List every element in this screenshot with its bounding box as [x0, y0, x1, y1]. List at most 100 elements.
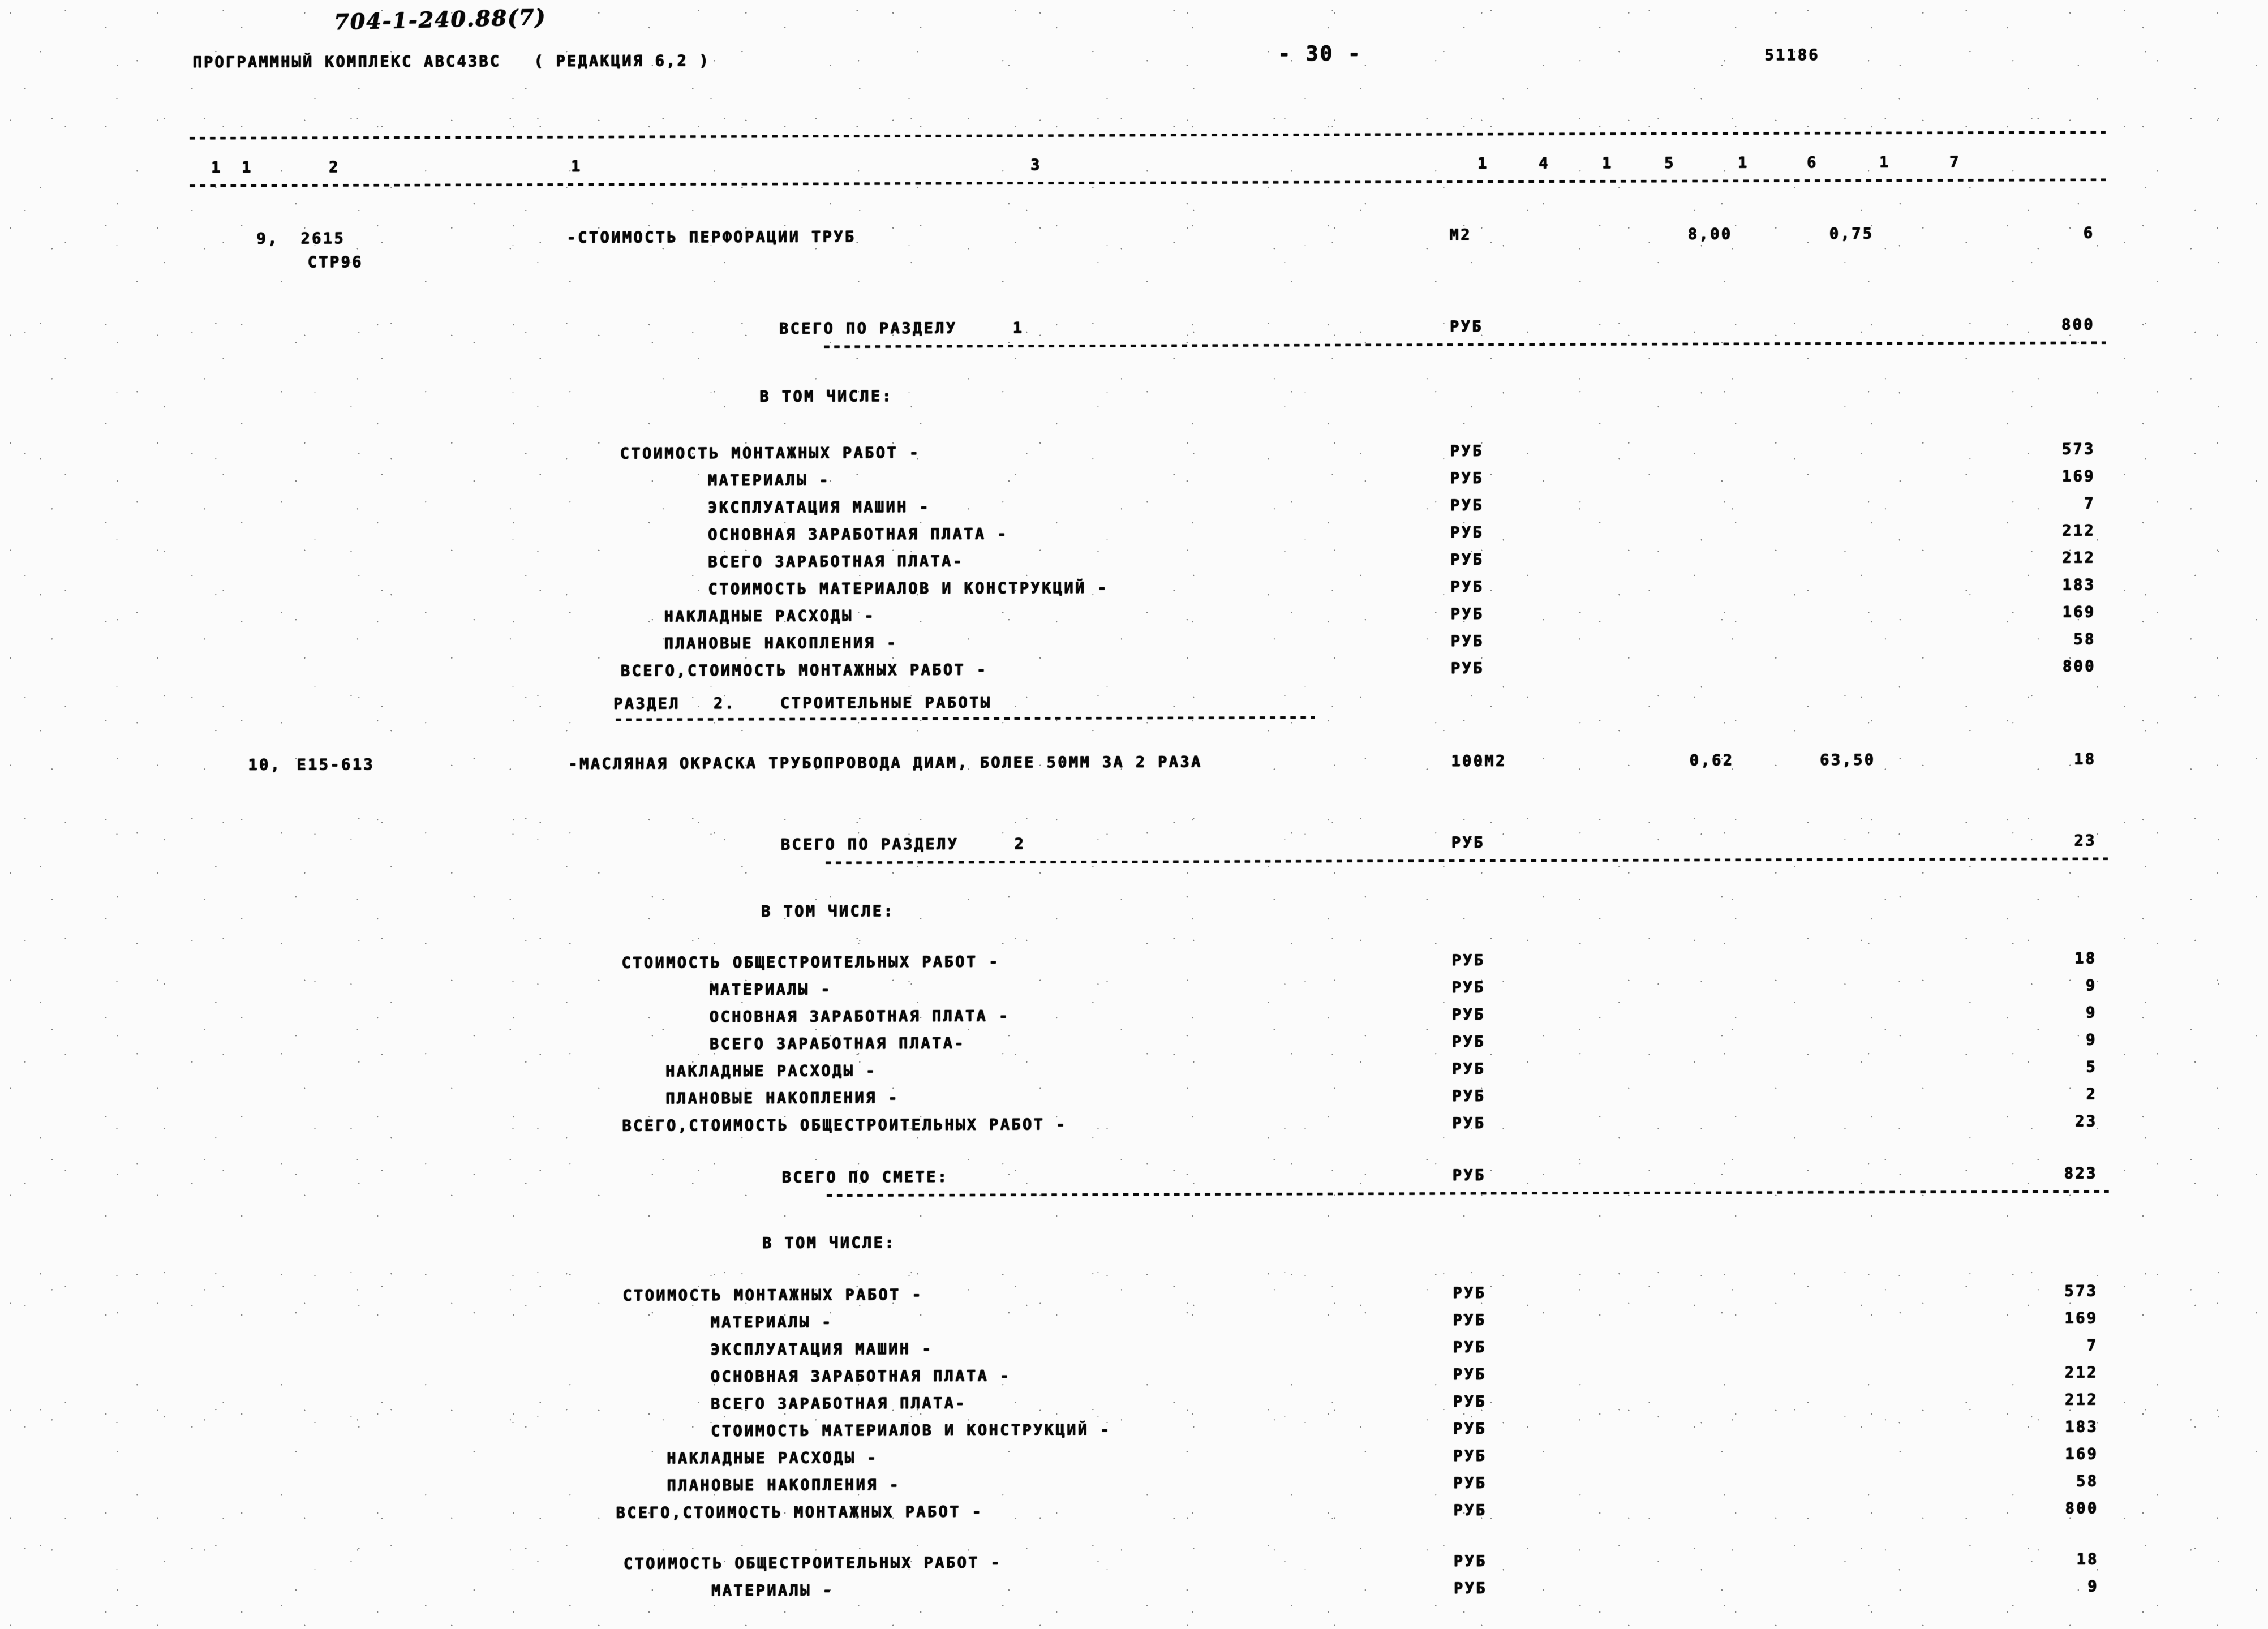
grand-item-5-label: СТОИМОСТЬ МАТЕРИАЛОВ И КОНСТРУКЦИЙ -: [710, 1421, 1111, 1441]
section2-item-5-value: 2: [2086, 1085, 2098, 1103]
section2-item-0-unit: РУБ: [1451, 951, 1485, 969]
section1-item-1-value: 169: [2061, 467, 2095, 485]
section1-total-label: ВСЕГО ПО РАЗДЕЛУ 1: [779, 319, 1024, 338]
section2-item-6-value: 23: [2074, 1112, 2098, 1131]
handwritten-project-code: 704-1-240.88(7): [333, 4, 547, 35]
row-10-price: 63,50: [1819, 751, 1876, 769]
section1-item-5-label: СТОИМОСТЬ МАТЕРИАЛОВ И КОНСТРУКЦИЙ -: [708, 579, 1109, 599]
section1-item-1-unit: РУБ: [1450, 469, 1484, 487]
section2-total-value: 23: [2074, 832, 2097, 850]
section1-item-5-unit: РУБ: [1450, 578, 1484, 596]
section2-item-6-unit: РУБ: [1452, 1114, 1486, 1132]
grand-item-4-value: 212: [2064, 1391, 2098, 1409]
grand-item-1-label: МАТЕРИАЛЫ -: [710, 1313, 833, 1332]
col-num-2: 2: [328, 158, 340, 177]
grand-item-8-label: ВСЕГО,СТОИМОСТЬ МОНТАЖНЫХ РАБОТ -: [616, 1503, 983, 1522]
section1-item-0-unit: РУБ: [1450, 442, 1484, 460]
grand-item-0-label: СТОИМОСТЬ МОНТАЖНЫХ РАБОТ -: [622, 1286, 923, 1305]
grand-total-value: 823: [2064, 1164, 2098, 1183]
section1-item-7-label: ПЛАНОВЫЕ НАКОПЛЕНИЯ -: [664, 634, 898, 653]
section1-total-rule: ----------------------------------------…: [822, 338, 2106, 351]
section2-item-3-unit: РУБ: [1451, 1033, 1485, 1051]
grand-total-rule: ----------------------------------------…: [824, 1187, 2109, 1200]
section1-item-2-value: 7: [2084, 495, 2095, 513]
grand-breakdown-label: В ТОМ ЧИСЛЕ:: [762, 1234, 896, 1252]
section1-total-value: 800: [2061, 316, 2095, 334]
grand-item-3-label: ОСНОВНАЯ ЗАРАБОТНАЯ ПЛАТА -: [710, 1367, 1011, 1386]
grand-item-3-unit: РУБ: [1453, 1365, 1487, 1383]
section1-item-3-label: ОСНОВНАЯ ЗАРАБОТНАЯ ПЛАТА -: [707, 525, 1008, 544]
section1-item-2-label: ЭКСПЛУАТАЦИЯ МАШИН -: [707, 498, 930, 517]
row-10-description: -МАСЛЯНАЯ ОКРАСКА ТРУБОПРОВОДА ДИАМ, БОЛ…: [568, 753, 1202, 773]
grand-total-label: ВСЕГО ПО СМЕТЕ:: [781, 1168, 949, 1187]
grand-item-5-unit: РУБ: [1453, 1420, 1487, 1438]
grand-item-6-label: НАКЛАДНЫЕ РАСХОДЫ -: [667, 1449, 878, 1468]
section1-item-3-value: 212: [2061, 522, 2096, 540]
section2-item-2-value: 9: [2085, 1004, 2097, 1022]
col-num-7: 7: [1949, 153, 1961, 171]
col-num-sep-f: 1: [1879, 153, 1891, 171]
grand-item-2-unit: РУБ: [1453, 1338, 1487, 1356]
section2-item-3-value: 9: [2086, 1031, 2097, 1049]
row-9-total: 6: [2083, 224, 2095, 242]
section2-total-rule: ----------------------------------------…: [823, 854, 2108, 867]
grand-item-8-unit: РУБ: [1453, 1501, 1487, 1519]
section1-item-3-unit: РУБ: [1450, 523, 1484, 541]
row-10-total: 18: [2073, 750, 2097, 768]
col-num-1: 1: [211, 158, 222, 177]
col-num-6: 6: [1806, 153, 1818, 171]
col-num-3: 3: [1030, 156, 1042, 174]
section2-breakdown-label: В ТОМ ЧИСЛЕ:: [761, 902, 895, 921]
section2-item-2-unit: РУБ: [1451, 1005, 1485, 1024]
col-num-sep-c: 1: [1477, 154, 1489, 173]
section1-item-0-value: 573: [2061, 440, 2095, 458]
section2-heading-rule: ----------------------------------------…: [613, 714, 1315, 725]
section2-item-3-label: ВСЕГО ЗАРАБОТНАЯ ПЛАТА-: [709, 1034, 965, 1054]
section1-item-4-label: ВСЕГО ЗАРАБОТНАЯ ПЛАТА-: [708, 552, 964, 571]
section1-item-1-label: МАТЕРИАЛЫ -: [707, 471, 830, 490]
section2-item-5-unit: РУБ: [1452, 1087, 1486, 1105]
col-num-5: 5: [1664, 154, 1676, 172]
section1-item-6-label: НАКЛАДНЫЕ РАСХОДЫ -: [664, 607, 875, 626]
section2-heading: РАЗДЕЛ 2. СТРОИТЕЛЬНЫЕ РАБОТЫ: [613, 694, 992, 713]
grand-item-3-value: 212: [2064, 1364, 2098, 1382]
section2-item-4-value: 5: [2086, 1058, 2097, 1076]
grand-item-9-value: 18: [2076, 1550, 2099, 1568]
section2-item-1-unit: РУБ: [1451, 978, 1485, 996]
row-9-description: -СТОИМОСТЬ ПЕРФОРАЦИИ ТРУБ: [566, 228, 856, 247]
grand-item-7-label: ПЛАНОВЫЕ НАКОПЛЕНИЯ -: [667, 1476, 901, 1495]
col-num-sep-b: 1: [570, 157, 582, 175]
grand-item-0-value: 573: [2064, 1282, 2098, 1300]
section2-item-5-label: ПЛАНОВЫЕ НАКОПЛЕНИЯ -: [665, 1089, 899, 1108]
row-10-code: Е15-613: [297, 755, 375, 774]
section2-item-1-value: 9: [2085, 977, 2097, 995]
program-complex-line: ПРОГРАММНЫЙ КОМПЛЕКС АВС4ЗВС ( РЕДАКЦИЯ …: [192, 52, 710, 71]
page-number: - 30 -: [1278, 42, 1362, 66]
section1-item-4-value: 212: [2062, 549, 2096, 567]
section2-item-2-label: ОСНОВНАЯ ЗАРАБОТНАЯ ПЛАТА -: [709, 1007, 1010, 1026]
section2-total-label: ВСЕГО ПО РАЗДЕЛУ 2: [780, 835, 1026, 854]
row-9-number: 9,: [256, 230, 279, 248]
section1-item-5-value: 183: [2062, 576, 2096, 594]
grand-item-9-label: СТОИМОСТЬ ОБЩЕСТРОИТЕЛЬНЫХ РАБОТ -: [623, 1554, 1002, 1573]
grand-item-5-value: 183: [2064, 1418, 2098, 1436]
section1-item-4-unit: РУБ: [1450, 551, 1484, 569]
row-9-code2: СТР96: [307, 253, 363, 272]
grand-item-0-unit: РУБ: [1453, 1284, 1487, 1302]
section1-item-8-unit: РУБ: [1450, 659, 1484, 677]
col-num-sep-d: 1: [1601, 154, 1613, 173]
section2-item-0-label: СТОИМОСТЬ ОБЩЕСТРОИТЕЛЬНЫХ РАБОТ -: [621, 953, 1000, 972]
col-num-4: 4: [1538, 154, 1550, 173]
grand-item-6-value: 169: [2065, 1445, 2099, 1463]
row-9-code: 2615: [300, 230, 346, 248]
grand-item-9-unit: РУБ: [1453, 1552, 1487, 1570]
section1-item-6-value: 169: [2062, 603, 2096, 621]
section2-item-0-value: 18: [2074, 949, 2097, 968]
grand-item-4-label: ВСЕГО ЗАРАБОТНАЯ ПЛАТА-: [710, 1394, 967, 1413]
section1-total-unit: РУБ: [1449, 317, 1483, 336]
col-num-sep-e: 1: [1737, 154, 1749, 172]
section1-item-0-label: СТОИМОСТЬ МОНТАЖНЫХ РАБОТ -: [620, 444, 921, 463]
document-number: 51186: [1764, 46, 1820, 65]
col-num-sep-a: 1: [241, 158, 253, 177]
section2-total-unit: РУБ: [1451, 833, 1485, 852]
